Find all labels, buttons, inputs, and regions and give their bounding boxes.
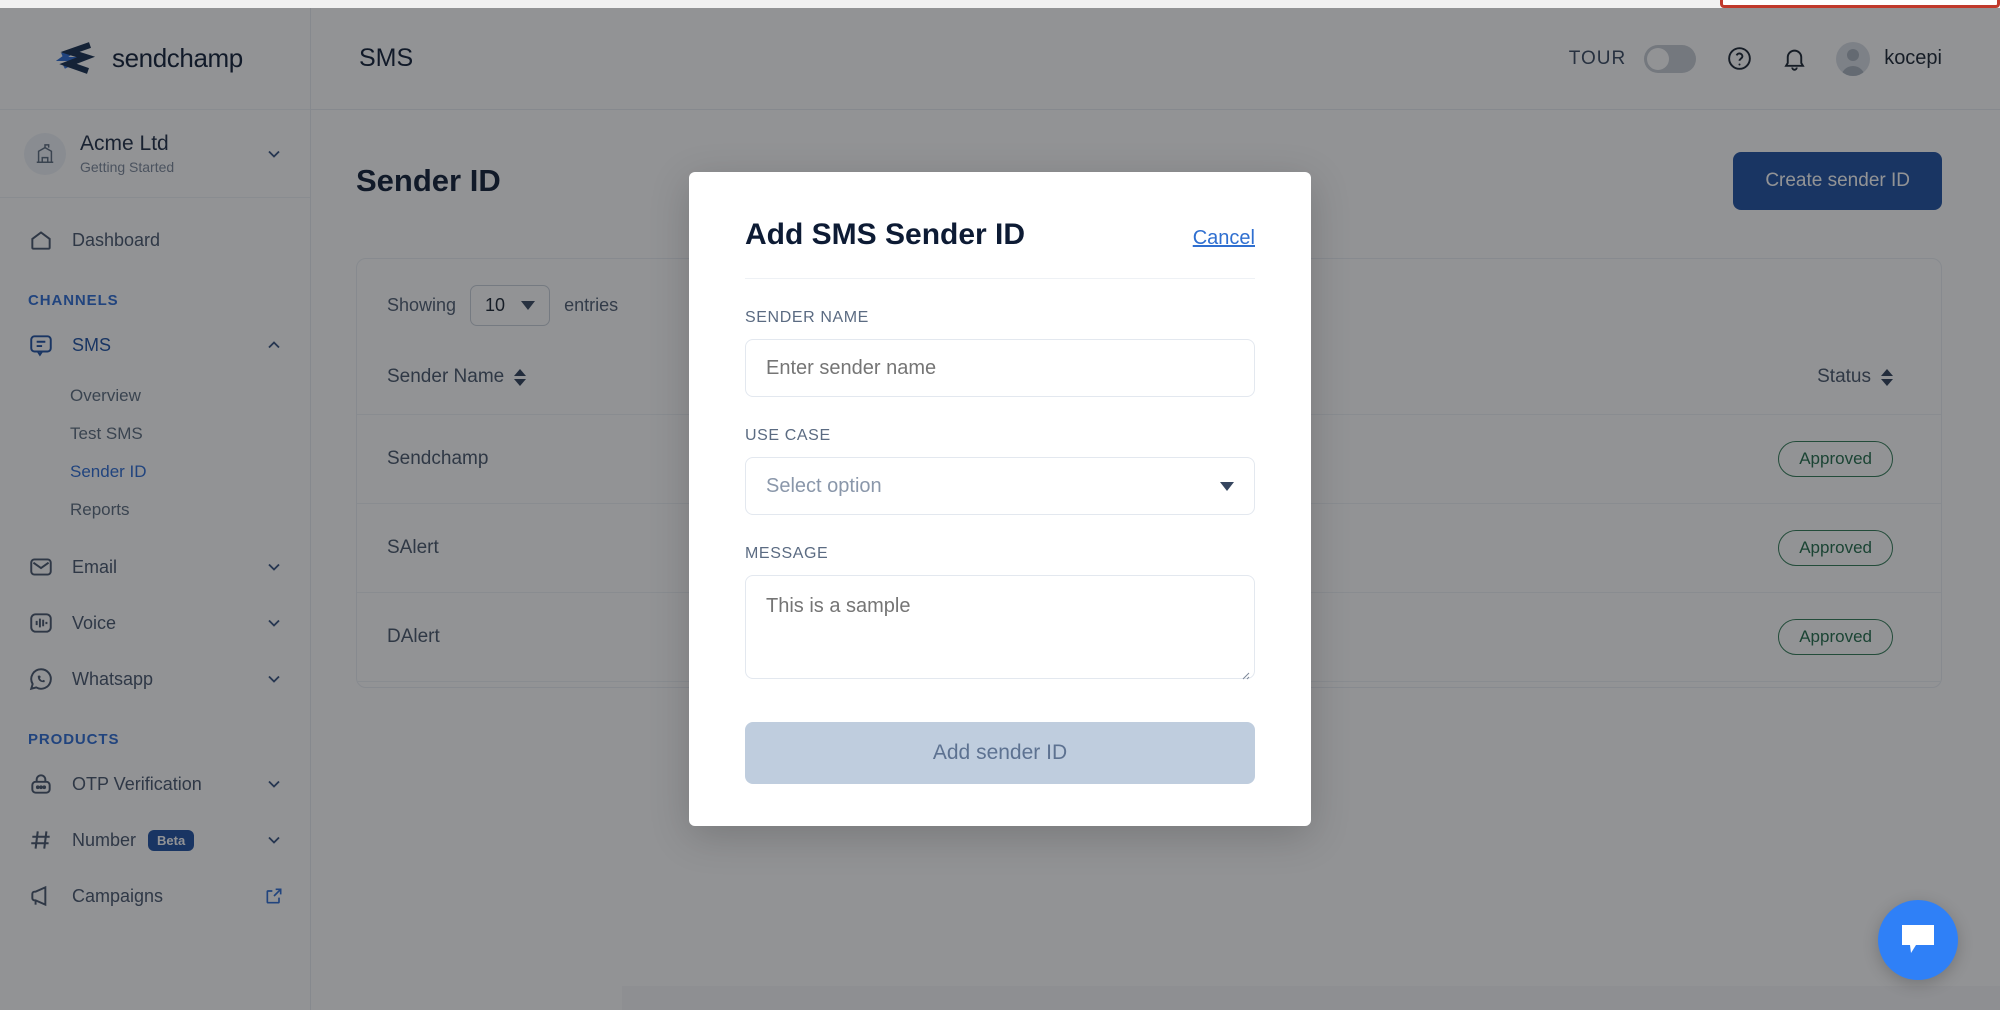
message-textarea-wrap [745, 575, 1255, 684]
app-root: sendchamp Acme Ltd Getting Started Dashb… [0, 0, 2000, 1010]
highlight-outline-artifact [1720, 0, 2000, 8]
add-sms-sender-id-modal: Add SMS Sender ID Cancel SENDER NAME USE… [689, 172, 1311, 826]
chat-widget-button[interactable] [1878, 900, 1958, 980]
browser-chrome-strip [0, 0, 2000, 8]
message-label: MESSAGE [745, 545, 1255, 563]
modal-header: Add SMS Sender ID Cancel [745, 218, 1255, 279]
cancel-button[interactable]: Cancel [1193, 227, 1255, 250]
sender-name-input[interactable] [745, 339, 1255, 397]
sender-name-field: SENDER NAME [745, 309, 1255, 397]
chat-bubble-icon [1899, 923, 1937, 957]
modal-title: Add SMS Sender ID [745, 218, 1193, 252]
add-sender-id-submit-button[interactable]: Add sender ID [745, 722, 1255, 784]
sender-name-label: SENDER NAME [745, 309, 1255, 327]
use-case-field: USE CASE Select option [745, 427, 1255, 515]
use-case-select[interactable]: Select option [745, 457, 1255, 515]
chevron-down-icon [1220, 482, 1234, 491]
message-field: MESSAGE [745, 545, 1255, 684]
use-case-label: USE CASE [745, 427, 1255, 445]
use-case-selected-value: Select option [766, 475, 1220, 498]
message-textarea[interactable] [745, 575, 1255, 679]
